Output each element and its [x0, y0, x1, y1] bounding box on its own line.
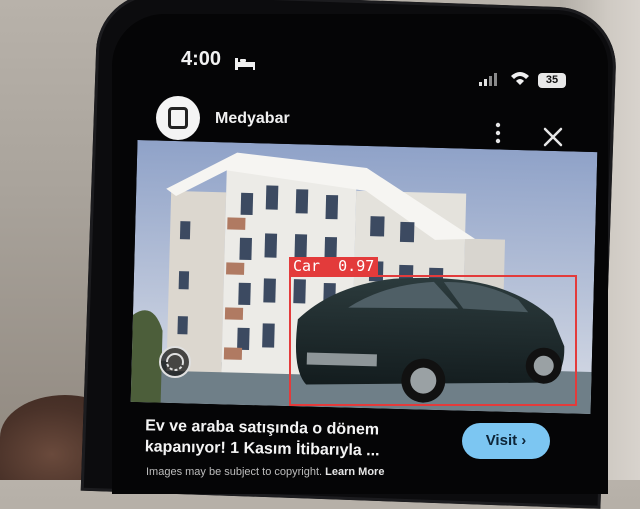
ad-headline[interactable]: Ev ve araba satışında o dönem kapanıyor!… [145, 415, 446, 462]
page-name[interactable]: Medyabar [215, 110, 290, 128]
status-time: 4:00 [181, 48, 222, 70]
car-detection-label: Car 0.97 [289, 257, 379, 276]
car-detection-box [289, 275, 577, 406]
close-icon[interactable] [542, 126, 564, 148]
page-avatar[interactable] [156, 96, 200, 140]
avatar-icon [168, 107, 188, 129]
copyright-caption: Images may be subject to copyright. Lear… [146, 466, 384, 478]
caption-text: Images may be subject to copyright. [146, 466, 323, 478]
battery-icon: 35 [538, 73, 566, 88]
visit-button[interactable]: Visit › [462, 423, 550, 459]
wifi-icon [511, 72, 529, 85]
signal-icon [479, 73, 497, 86]
panorama-icon[interactable] [158, 345, 192, 379]
bed-icon [235, 58, 255, 70]
learn-more-link[interactable]: Learn More [325, 466, 384, 478]
more-icon[interactable] [494, 122, 502, 144]
